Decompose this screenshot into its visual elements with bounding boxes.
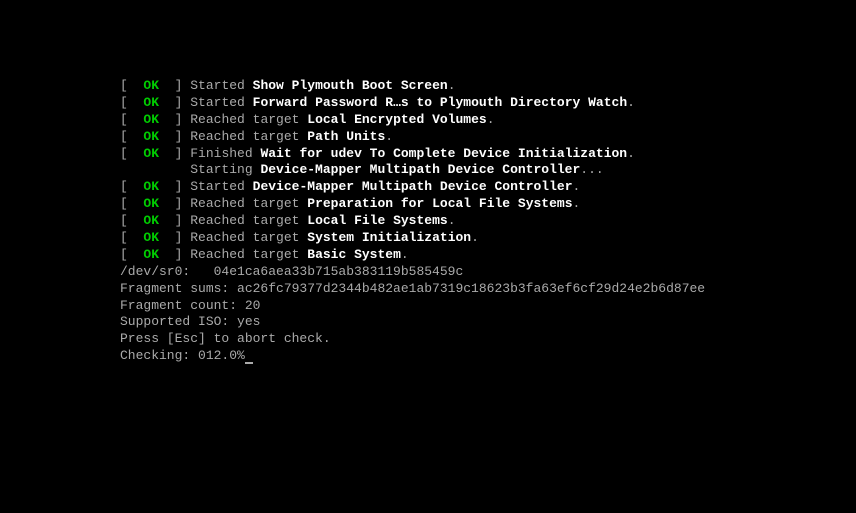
boot-desc: Show Plymouth Boot Screen	[253, 78, 448, 93]
bracket-open: [	[120, 213, 143, 228]
bracket-open: [	[120, 230, 143, 245]
boot-suffix: .	[627, 146, 635, 161]
boot-desc: Forward Password R…s to Plymouth Directo…	[253, 95, 627, 110]
bracket-close: ]	[159, 95, 190, 110]
boot-action: Reached target	[190, 196, 307, 211]
boot-action: Reached target	[190, 247, 307, 262]
bracket-open: [	[120, 179, 143, 194]
boot-action: Reached target	[190, 129, 307, 144]
bracket-open: [	[120, 146, 143, 161]
boot-suffix: .	[573, 179, 581, 194]
boot-line: [ OK ] Reached target Local Encrypted Vo…	[120, 112, 856, 129]
boot-desc: Device-Mapper Multipath Device Controlle…	[260, 162, 580, 177]
bracket-close: ]	[159, 179, 190, 194]
boot-line: [ OK ] Finished Wait for udev To Complet…	[120, 146, 856, 163]
bracket-close: ]	[159, 196, 190, 211]
bracket-open: [	[120, 129, 143, 144]
boot-desc: Path Units	[307, 129, 385, 144]
bracket-close: ]	[159, 78, 190, 93]
bracket-close: ]	[159, 146, 190, 161]
boot-suffix: .	[627, 95, 635, 110]
boot-action: Reached target	[190, 230, 307, 245]
boot-suffix: ...	[580, 162, 603, 177]
info-line: Press [Esc] to abort check.	[120, 331, 856, 348]
info-line: Fragment sums: ac26fc79377d2344b482ae1ab…	[120, 281, 856, 298]
boot-desc: System Initialization	[307, 230, 471, 245]
boot-action: Started	[190, 78, 252, 93]
checking-line: Checking: 012.0%	[120, 348, 856, 365]
checking-prefix: Checking:	[120, 348, 198, 363]
status-ok: OK	[143, 179, 159, 194]
boot-suffix: .	[487, 112, 495, 127]
status-ok: OK	[143, 196, 159, 211]
boot-desc: Local Encrypted Volumes	[307, 112, 486, 127]
boot-desc: Device-Mapper Multipath Device Controlle…	[253, 179, 573, 194]
boot-action: Started	[190, 179, 252, 194]
bracket-close: ]	[159, 112, 190, 127]
boot-line: [ OK ] Reached target System Initializat…	[120, 230, 856, 247]
boot-action: Starting	[190, 162, 260, 177]
info-line: /dev/sr0: 04e1ca6aea33b715ab383119b58545…	[120, 264, 856, 281]
boot-suffix: .	[448, 213, 456, 228]
bracket-open: [	[120, 247, 143, 262]
bracket-open: [	[120, 95, 143, 110]
bracket-open: [	[120, 78, 143, 93]
boot-line: [ OK ] Reached target Basic System.	[120, 247, 856, 264]
boot-desc: Basic System	[307, 247, 401, 262]
bracket-close: ]	[159, 247, 190, 262]
boot-line: Starting Device-Mapper Multipath Device …	[120, 162, 856, 179]
status-ok: OK	[143, 112, 159, 127]
bracket-close: ]	[159, 129, 190, 144]
info-line: Supported ISO: yes	[120, 314, 856, 331]
status-ok: OK	[143, 247, 159, 262]
boot-suffix: .	[573, 196, 581, 211]
boot-line: [ OK ] Reached target Preparation for Lo…	[120, 196, 856, 213]
cursor	[245, 362, 253, 364]
status-ok: OK	[143, 230, 159, 245]
boot-desc: Local File Systems	[307, 213, 447, 228]
bracket-close: ]	[159, 213, 190, 228]
status-pad	[120, 162, 190, 177]
info-line: Fragment count: 20	[120, 298, 856, 315]
boot-line: [ OK ] Started Device-Mapper Multipath D…	[120, 179, 856, 196]
status-ok: OK	[143, 146, 159, 161]
status-ok: OK	[143, 129, 159, 144]
bracket-open: [	[120, 112, 143, 127]
checking-value: 012.0%	[198, 348, 245, 363]
boot-suffix: .	[471, 230, 479, 245]
status-ok: OK	[143, 78, 159, 93]
bracket-open: [	[120, 196, 143, 211]
boot-action: Finished	[190, 146, 260, 161]
boot-action: Started	[190, 95, 252, 110]
boot-suffix: .	[401, 247, 409, 262]
boot-suffix: .	[448, 78, 456, 93]
status-ok: OK	[143, 95, 159, 110]
boot-line: [ OK ] Started Show Plymouth Boot Screen…	[120, 78, 856, 95]
boot-desc: Preparation for Local File Systems	[307, 196, 572, 211]
boot-action: Reached target	[190, 112, 307, 127]
boot-suffix: .	[385, 129, 393, 144]
bracket-close: ]	[159, 230, 190, 245]
boot-line: [ OK ] Reached target Path Units.	[120, 129, 856, 146]
status-ok: OK	[143, 213, 159, 228]
boot-line: [ OK ] Reached target Local File Systems…	[120, 213, 856, 230]
boot-desc: Wait for udev To Complete Device Initial…	[260, 146, 627, 161]
boot-line: [ OK ] Started Forward Password R…s to P…	[120, 95, 856, 112]
boot-action: Reached target	[190, 213, 307, 228]
